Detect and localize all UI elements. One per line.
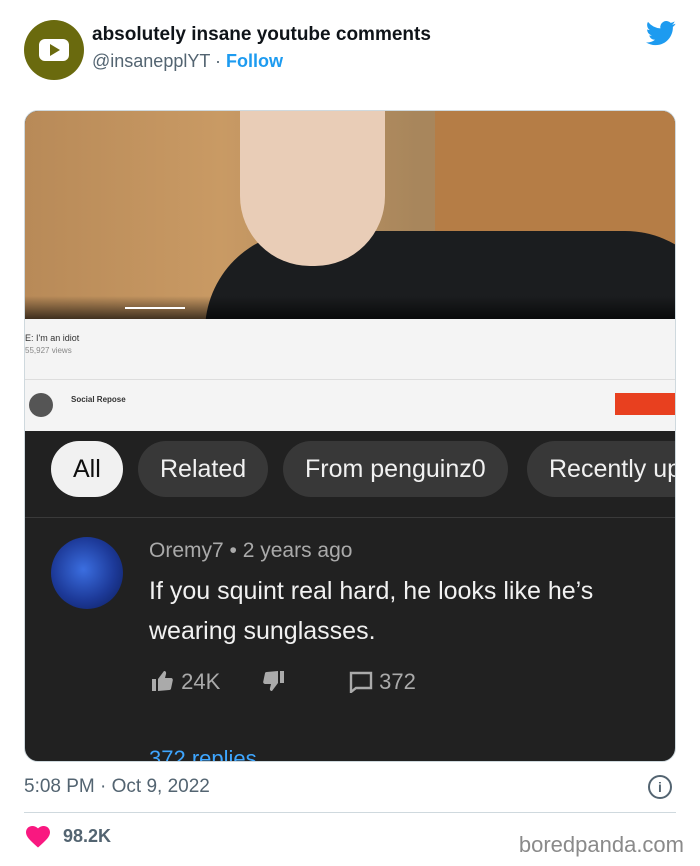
info-icon[interactable]: i	[648, 775, 672, 799]
thumbs-up-icon	[152, 671, 173, 691]
reply-button[interactable]: 372	[349, 669, 416, 695]
reply-count: 372	[379, 669, 416, 694]
comment-age: 2 years ago	[242, 539, 353, 562]
like-count: 24K	[181, 669, 221, 694]
comment-text: If you squint real hard, he looks like h…	[149, 577, 594, 645]
progress-bar[interactable]	[125, 307, 185, 309]
player-controls[interactable]	[25, 296, 675, 319]
avatar[interactable]	[24, 20, 84, 80]
comment-meta: Oremy7 • 2 years ago	[149, 539, 353, 562]
chip-from-penguinz0[interactable]: From penguinz0	[283, 441, 508, 497]
person-image	[205, 111, 675, 331]
chip-recently-uploaded[interactable]: Recently up	[527, 441, 675, 497]
video-title: E: I'm an idiot	[25, 333, 80, 343]
twitter-bird-icon[interactable]	[644, 18, 678, 48]
channel-name: Social Repose	[71, 395, 126, 404]
video-frame[interactable]	[25, 111, 675, 331]
handle[interactable]: @insanepplYT	[92, 51, 210, 71]
view-count: 55,927 views	[25, 346, 72, 355]
chip-related[interactable]: Related	[138, 441, 269, 497]
separator: ·	[215, 51, 222, 71]
heart-icon[interactable]	[26, 826, 50, 848]
comment-author[interactable]: Oremy7	[149, 539, 224, 562]
subscribe-button	[615, 393, 675, 415]
like-button[interactable]: 24K	[149, 669, 220, 695]
filter-chips: All Related From penguinz0 Recently up	[25, 441, 675, 501]
watermark: boredpanda.com	[518, 832, 684, 857]
like-count[interactable]: 98.2K	[63, 826, 111, 847]
commenter-avatar[interactable]	[51, 537, 123, 609]
thumbs-down-icon	[263, 671, 284, 691]
tweet-media[interactable]: E: I'm an idiot 55,927 views Social Repo…	[24, 110, 676, 762]
divider	[25, 379, 675, 380]
tweet-timestamp[interactable]: 5:08 PM · Oct 9, 2022	[24, 776, 210, 798]
divider	[24, 812, 676, 813]
divider	[25, 517, 675, 518]
channel-avatar	[29, 393, 53, 417]
youtube-logo-icon	[39, 39, 69, 61]
follow-button[interactable]: Follow	[226, 51, 283, 71]
display-name[interactable]: absolutely insane youtube comments	[92, 24, 431, 46]
dislike-button[interactable]	[261, 669, 287, 695]
view-replies-link[interactable]: 372 replies	[149, 746, 257, 761]
face	[240, 111, 385, 266]
handle-line: @insanepplYT · Follow	[92, 51, 283, 72]
chip-all[interactable]: All	[51, 441, 123, 497]
comment-icon	[349, 671, 373, 695]
youtube-page-strip: E: I'm an idiot 55,927 views Social Repo…	[25, 319, 675, 431]
